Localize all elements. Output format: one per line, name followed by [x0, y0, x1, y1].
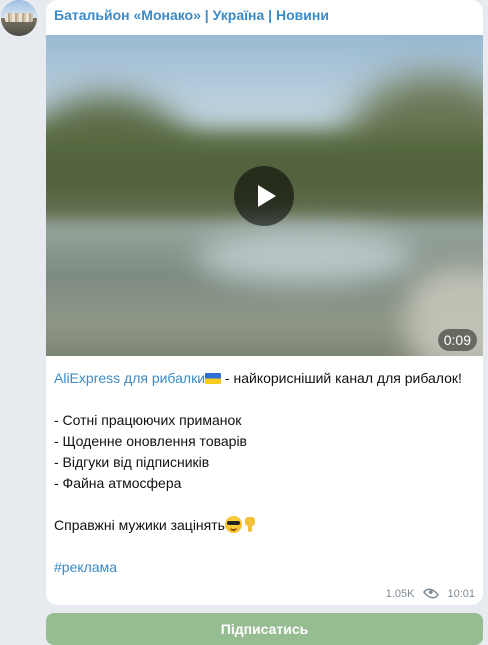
- intro-line: AliExpress для рибалки - найкорисніший к…: [54, 368, 478, 389]
- hand-finger: [247, 524, 252, 532]
- smile-shape: [229, 526, 237, 531]
- sunglasses-emoji-icon: [224, 516, 242, 533]
- message-time: 10:01: [447, 587, 475, 600]
- message-bubble: Батальйон «Монако» | Україна | Новини 0:…: [46, 0, 483, 605]
- eye-icon: [423, 585, 440, 602]
- closing-text: Справжні мужики зацінять: [54, 517, 225, 533]
- channel-link[interactable]: AliExpress для рибалки: [54, 370, 205, 386]
- chat-area: Батальйон «Монако» | Україна | Новини 0:…: [0, 0, 488, 645]
- subscribe-button[interactable]: Підписатись: [46, 613, 483, 645]
- message-meta: 1.05K 10:01: [385, 585, 475, 602]
- video-water-shine: [196, 230, 416, 285]
- hashtag-line: #реклама: [54, 557, 478, 578]
- intro-text: - найкорисніший канал для рибалок!: [221, 370, 462, 386]
- message-text: AliExpress для рибалки - найкорисніший к…: [54, 368, 478, 578]
- play-icon: [258, 185, 276, 207]
- play-button[interactable]: [234, 166, 294, 226]
- closing-line: Справжні мужики зацінять: [54, 515, 478, 536]
- bullet-item: - Сотні працюючих приманок: [54, 412, 242, 428]
- bullet-item: - Файна атмосфера: [54, 475, 182, 491]
- sunglasses-shape: [226, 521, 240, 525]
- hashtag-link[interactable]: #реклама: [54, 559, 117, 575]
- video-duration: 0:09: [437, 329, 477, 351]
- bullet-item: - Щоденне оновлення товарів: [54, 433, 247, 449]
- video-preview[interactable]: 0:09: [46, 35, 483, 356]
- avatar-buildings: [5, 13, 33, 22]
- channel-avatar[interactable]: [1, 0, 37, 36]
- pointing-down-emoji-icon: [242, 516, 259, 533]
- view-count: 1.05K: [385, 587, 415, 600]
- channel-name[interactable]: Батальйон «Монако» | Україна | Новини: [54, 7, 329, 23]
- ukraine-flag-icon: [205, 373, 222, 384]
- eye-pupil: [428, 589, 434, 595]
- bullet-item: - Відгуки від підписників: [54, 454, 210, 470]
